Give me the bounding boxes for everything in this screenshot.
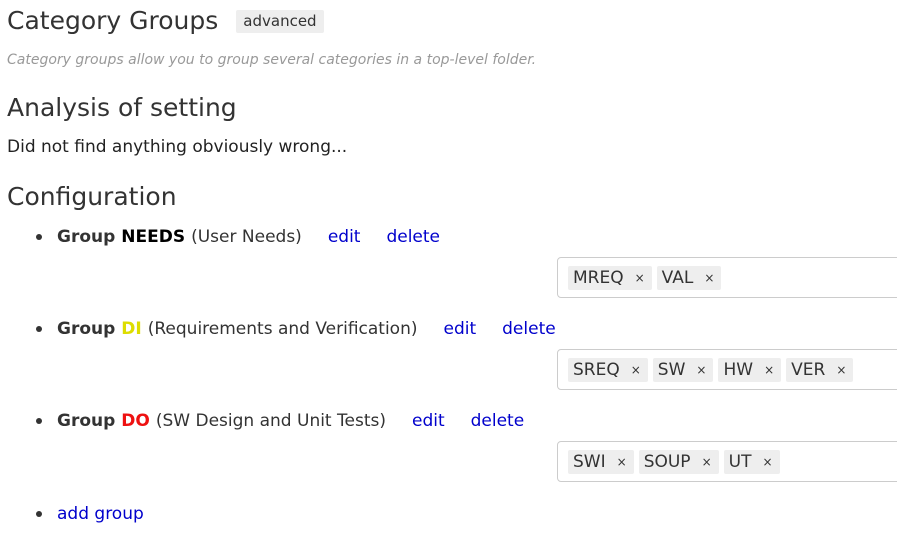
bullet-icon	[36, 511, 42, 517]
advanced-badge: advanced	[236, 10, 324, 33]
category-tag-label: SOUP	[643, 451, 691, 472]
category-tag: SOUP ×	[638, 449, 719, 474]
category-tag-input[interactable]: MREQ × VAL ×	[557, 257, 897, 298]
remove-tag-icon[interactable]: ×	[704, 271, 714, 285]
category-tag-label: VAL	[661, 267, 694, 288]
category-tag-label: VER	[791, 359, 826, 380]
group-name: DI	[121, 319, 142, 339]
analysis-text: Did not find anything obviously wrong...	[7, 137, 348, 157]
category-tag: SWI ×	[568, 449, 634, 474]
category-tag: SREQ ×	[568, 357, 648, 382]
add-group-link[interactable]: add group	[57, 504, 144, 524]
category-tag-label: MREQ	[573, 267, 624, 288]
configuration-heading: Configuration	[7, 182, 177, 211]
group-description: (User Needs)	[191, 227, 302, 247]
category-tag-input[interactable]: SREQ × SW × HW × VER ×	[557, 349, 897, 390]
analysis-heading: Analysis of setting	[7, 93, 237, 122]
category-tag: HW ×	[718, 357, 782, 382]
group-item-do: Group DO (SW Design and Unit Tests) edit…	[36, 411, 524, 431]
category-tag-label: SREQ	[573, 359, 620, 380]
remove-tag-icon[interactable]: ×	[764, 363, 774, 377]
group-item-di: Group DI (Requirements and Verification)…	[36, 319, 556, 339]
category-tag: VER ×	[786, 357, 854, 382]
category-tag: MREQ ×	[568, 265, 652, 290]
bullet-icon	[36, 326, 42, 332]
remove-tag-icon[interactable]: ×	[836, 363, 846, 377]
remove-tag-icon[interactable]: ×	[762, 455, 772, 469]
delete-link[interactable]: delete	[471, 411, 525, 431]
category-tag-label: HW	[723, 359, 754, 380]
remove-tag-icon[interactable]: ×	[702, 455, 712, 469]
group-item-needs: Group NEEDS (User Needs) edit delete	[36, 227, 440, 247]
edit-link[interactable]: edit	[328, 227, 361, 247]
category-tag-input[interactable]: SWI × SOUP × UT ×	[557, 441, 897, 482]
remove-tag-icon[interactable]: ×	[631, 363, 641, 377]
group-word: Group	[57, 411, 116, 431]
add-group-item: add group	[36, 504, 144, 524]
category-tag: SW ×	[652, 357, 714, 382]
category-tag: VAL ×	[656, 265, 722, 290]
delete-link[interactable]: delete	[502, 319, 556, 339]
group-word: Group	[57, 319, 116, 339]
title-row: Category Groups advanced	[7, 6, 324, 35]
bullet-icon	[36, 418, 42, 424]
remove-tag-icon[interactable]: ×	[696, 363, 706, 377]
group-name: NEEDS	[121, 227, 186, 247]
category-tag-label: UT	[728, 451, 752, 472]
edit-link[interactable]: edit	[444, 319, 477, 339]
remove-tag-icon[interactable]: ×	[617, 455, 627, 469]
category-tag-label: SWI	[573, 451, 606, 472]
group-name: DO	[121, 411, 150, 431]
page-title: Category Groups	[7, 6, 219, 35]
page-subtitle: Category groups allow you to group sever…	[7, 52, 537, 68]
delete-link[interactable]: delete	[386, 227, 440, 247]
remove-tag-icon[interactable]: ×	[635, 271, 645, 285]
group-description: (SW Design and Unit Tests)	[155, 411, 386, 431]
category-tag: UT ×	[723, 449, 780, 474]
bullet-icon	[36, 234, 42, 240]
group-word: Group	[57, 227, 116, 247]
category-tag-label: SW	[657, 359, 686, 380]
group-description: (Requirements and Verification)	[147, 319, 418, 339]
edit-link[interactable]: edit	[412, 411, 445, 431]
